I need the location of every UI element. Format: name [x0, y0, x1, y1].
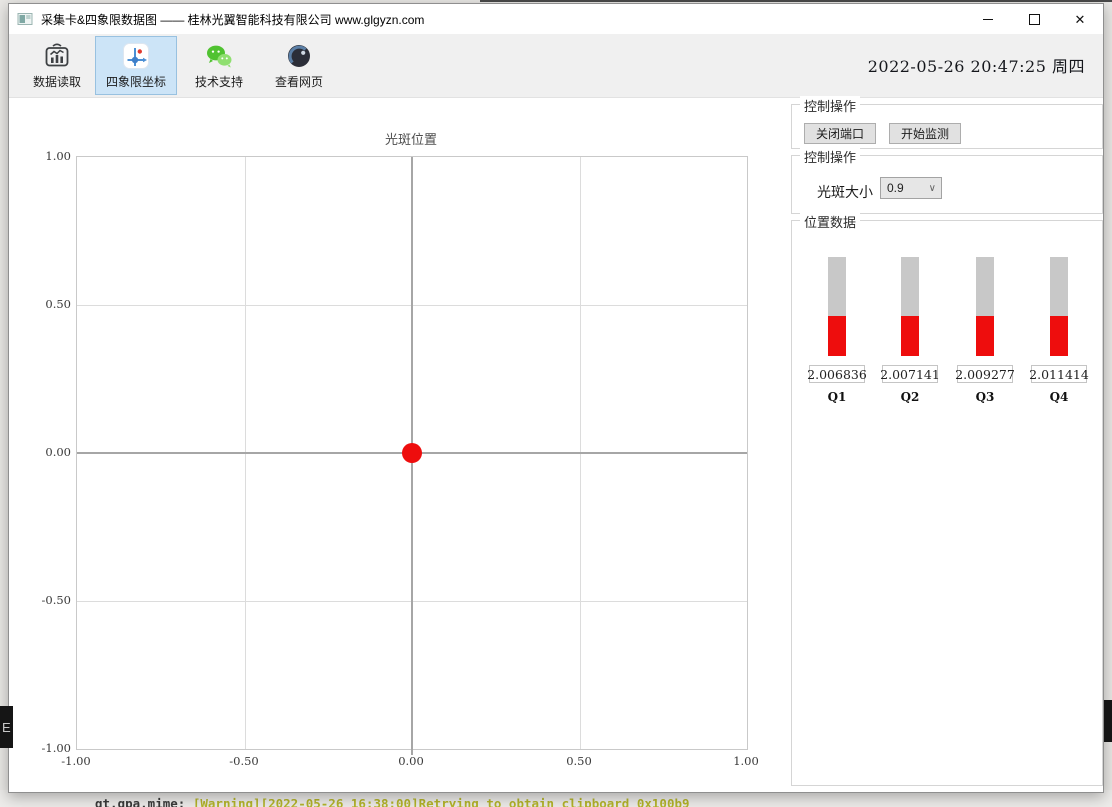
wechat-icon: [205, 42, 233, 70]
y-tick-label: 1.00: [25, 149, 71, 163]
gauge-fill: [976, 316, 994, 356]
gauge-bar: [901, 257, 919, 356]
edge-dock-sliver[interactable]: [1104, 700, 1112, 742]
close-button[interactable]: ✕: [1057, 4, 1103, 34]
spot-size-select[interactable]: 0.9 ∨: [880, 177, 942, 199]
window-controls: ✕: [965, 4, 1103, 34]
toolbar-button-label: 四象限坐标: [106, 73, 166, 90]
spot-point: [402, 443, 422, 463]
gauge-q3: 2.009277 Q3: [957, 257, 1013, 404]
toolbar-button-data-read[interactable]: 数据读取: [19, 36, 95, 95]
x-tick-label: 0.50: [556, 754, 602, 768]
background-window-edge: [480, 0, 1112, 2]
chevron-down-icon: ∨: [929, 183, 936, 194]
group-title: 位置数据: [800, 212, 860, 231]
datetime-display: 2022-05-26 20:47:25 周四: [868, 53, 1085, 77]
group-port-controls: 控制操作 关闭端口 开始监测: [791, 104, 1103, 149]
close-icon: ✕: [1075, 13, 1086, 26]
spot-size-value: 0.9: [887, 181, 904, 195]
globe-icon: [285, 42, 313, 70]
start-monitor-button[interactable]: 开始监测: [889, 123, 961, 144]
app-window: 采集卡&四象限数据图 —— 桂林光翼智能科技有限公司 www.glgyzn.co…: [8, 3, 1104, 793]
x-tick-label: 0.00: [388, 754, 434, 768]
close-port-button[interactable]: 关闭端口: [804, 123, 876, 144]
app-icon: [17, 11, 33, 27]
log-message: [Warning][2022-05-26 16:38:00]Retrying t…: [193, 796, 690, 807]
minimize-icon: [983, 19, 993, 20]
toolbar-button-label: 数据读取: [33, 73, 81, 90]
toolbar: 数据读取 四象限坐标: [9, 34, 1103, 98]
gauge-value: 2.007141: [882, 365, 938, 383]
gauge-value: 2.006836: [809, 365, 865, 383]
gauge-bar: [828, 257, 846, 356]
gauge-fill: [828, 316, 846, 356]
group-title: 控制操作: [800, 96, 860, 115]
log-line: qt.qpa.mime: [Warning][2022-05-26 16:38:…: [95, 796, 690, 807]
gauge-label: Q2: [901, 390, 920, 404]
x-tick-label: -1.00: [53, 754, 99, 768]
gauge-value: 2.009277: [957, 365, 1013, 383]
toolbar-button-label: 技术支持: [195, 73, 243, 90]
gauge-q1: 2.006836 Q1: [809, 257, 865, 404]
quadrant-axes-icon: [122, 42, 150, 70]
edge-dock-tab[interactable]: E: [0, 706, 13, 748]
gauge-label: Q4: [1050, 390, 1069, 404]
gauge-bar: [1050, 257, 1068, 356]
toolbar-button-quadrant[interactable]: 四象限坐标: [95, 36, 177, 95]
y-tick-label: -0.50: [25, 593, 71, 607]
maximize-button[interactable]: [1011, 4, 1057, 34]
group-position-data: 位置数据 2.006836 Q1 2.007141 Q2 2.009277 Q3…: [791, 220, 1103, 786]
gauge-q4: 2.011414 Q4: [1031, 257, 1087, 404]
x-tick-label: -0.50: [221, 754, 267, 768]
gauge-bar: [976, 257, 994, 356]
y-tick-label: 0.00: [25, 445, 71, 459]
gauge-fill: [1050, 316, 1068, 356]
scatter-plot: [76, 156, 748, 750]
toolbar-button-label: 查看网页: [275, 73, 323, 90]
group-spot-controls: 控制操作 光斑大小 0.9 ∨: [791, 155, 1103, 214]
spot-size-label: 光斑大小: [817, 182, 873, 202]
toolbar-button-support[interactable]: 技术支持: [181, 36, 257, 95]
gauge-label: Q3: [976, 390, 995, 404]
x-tick-label: 1.00: [723, 754, 769, 768]
edge-dock-label: E: [2, 720, 11, 735]
bar-chart-icon: [43, 42, 71, 70]
maximize-icon: [1029, 14, 1040, 25]
window-title: 采集卡&四象限数据图 —— 桂林光翼智能科技有限公司 www.glgyzn.co…: [41, 11, 424, 28]
gauge-value: 2.011414: [1031, 365, 1087, 383]
chart-title: 光斑位置: [76, 129, 746, 148]
gauge-q2: 2.007141 Q2: [882, 257, 938, 404]
gauge-label: Q1: [828, 390, 847, 404]
y-tick-label: -1.00: [25, 741, 71, 755]
titlebar: 采集卡&四象限数据图 —— 桂林光翼智能科技有限公司 www.glgyzn.co…: [9, 4, 1103, 34]
log-category: qt.qpa.mime:: [95, 796, 185, 807]
gauge-fill: [901, 316, 919, 356]
minimize-button[interactable]: [965, 4, 1011, 34]
toolbar-button-webpage[interactable]: 查看网页: [261, 36, 337, 95]
group-title: 控制操作: [800, 147, 860, 166]
screen: qt.qpa.mime: [Warning][2022-05-26 16:38:…: [0, 0, 1112, 807]
y-tick-label: 0.50: [25, 297, 71, 311]
